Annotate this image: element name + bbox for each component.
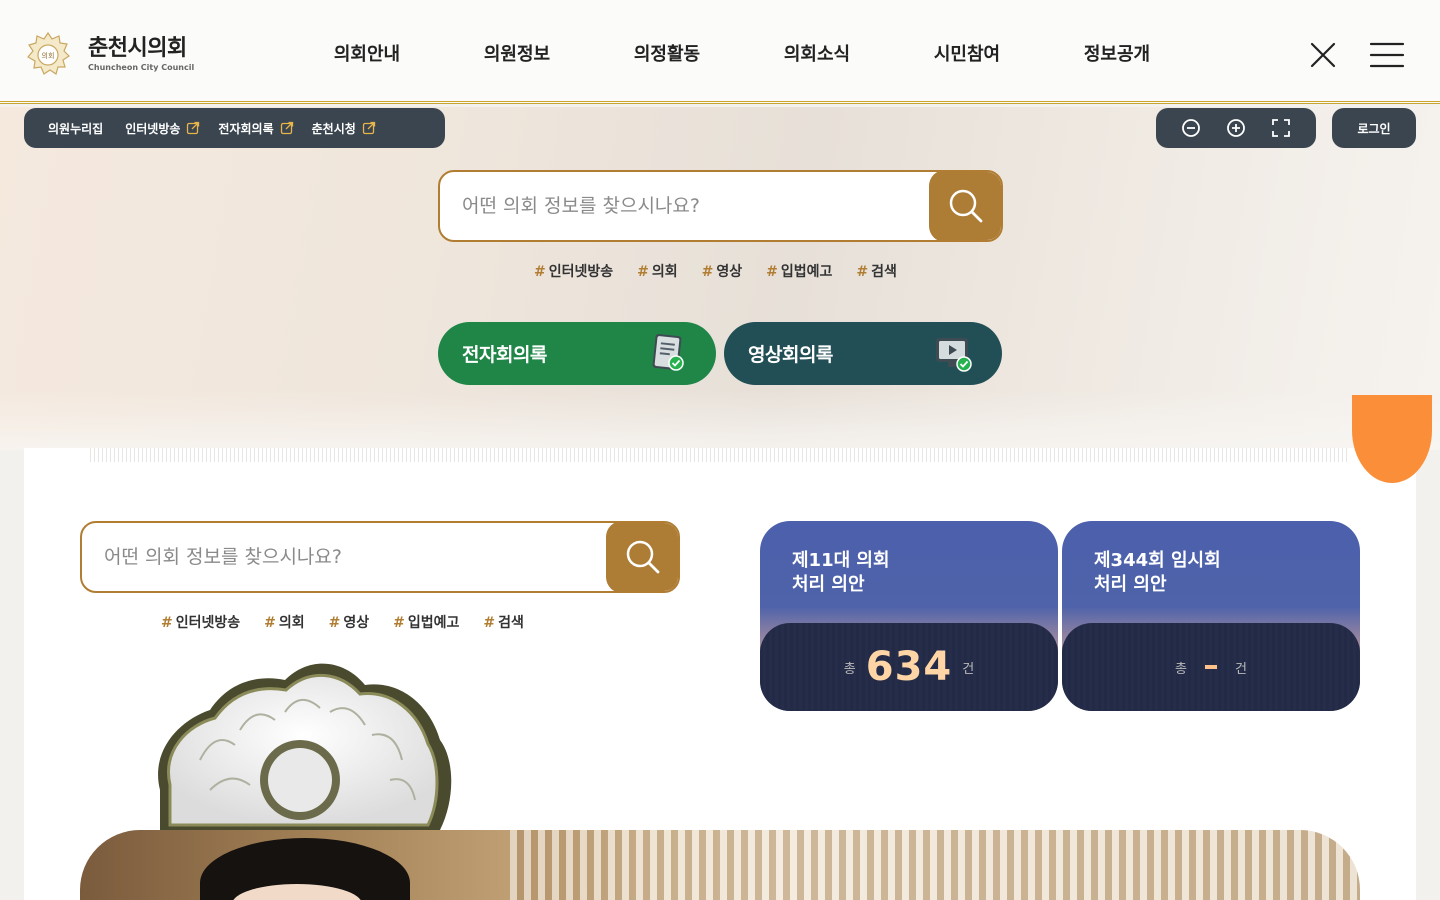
- tag-video[interactable]: # 영상: [702, 261, 743, 281]
- hero-search-input[interactable]: [440, 172, 930, 240]
- external-link-icon: [187, 121, 200, 135]
- nav-member-info[interactable]: 의원정보: [442, 40, 592, 66]
- fullscreen-icon[interactable]: [1271, 118, 1291, 138]
- tag-broadcast[interactable]: # 인터넷방송: [534, 261, 613, 281]
- stat-suffix: 건: [1235, 661, 1247, 677]
- site-header: 의회 춘천시의회 Chuncheon City Council 의회안내 의원정…: [0, 0, 1440, 104]
- zoom-tools: [1156, 108, 1316, 148]
- logo-title: 춘천시의회: [88, 36, 187, 61]
- electronic-minutes-button[interactable]: 전자회의록: [438, 322, 716, 385]
- stat-suffix: 건: [962, 661, 975, 677]
- tag-council[interactable]: # 의회: [637, 261, 678, 281]
- stat-title: 제344회 임시회 처리 의안: [1094, 550, 1221, 595]
- quick-link-city-hall[interactable]: 춘천시청: [312, 120, 376, 137]
- tag-legislation[interactable]: # 입법예고: [393, 612, 459, 632]
- main-search-button[interactable]: [606, 523, 678, 591]
- stat-card-344th-session[interactable]: 제344회 임시회 처리 의안 총 건: [1062, 521, 1360, 711]
- stat-prefix: 총: [1175, 661, 1187, 677]
- tag-council[interactable]: # 의회: [264, 612, 305, 632]
- document-check-icon: [652, 334, 684, 371]
- search-icon: [626, 540, 660, 574]
- hero-search-box: [438, 170, 1003, 242]
- tag-search[interactable]: # 검색: [856, 261, 897, 281]
- tag-video[interactable]: # 영상: [329, 612, 370, 632]
- menu-icon[interactable]: [1368, 40, 1406, 70]
- council-seal-image: [158, 663, 452, 830]
- tag-legislation[interactable]: # 입법예고: [766, 261, 832, 281]
- quick-link-minutes[interactable]: 전자회의록: [218, 120, 293, 137]
- nav-activities[interactable]: 의정활동: [592, 40, 742, 66]
- emblem-text: 의회: [42, 51, 55, 60]
- close-icon[interactable]: [1306, 38, 1340, 72]
- main-search-tags: # 인터넷방송 # 의회 # 영상 # 입법예고 # 검색: [161, 612, 548, 632]
- video-minutes-button[interactable]: 영상회의록: [724, 322, 1002, 385]
- zoom-in-icon[interactable]: [1226, 118, 1246, 138]
- nav-disclosure[interactable]: 정보공개: [1042, 40, 1192, 66]
- login-button[interactable]: 로그인: [1332, 108, 1416, 148]
- main-search-input[interactable]: [82, 523, 607, 591]
- nav-council-guide[interactable]: 의회안내: [292, 40, 442, 66]
- quick-link-broadcast[interactable]: 인터넷방송: [125, 120, 200, 137]
- stat-title: 제11대 의회 처리 의안: [792, 550, 890, 595]
- tag-search[interactable]: # 검색: [483, 612, 524, 632]
- stat-prefix: 총: [843, 661, 856, 677]
- hero-search-tags: # 인터넷방송 # 의회 # 영상 # 입법예고 # 검색: [534, 261, 921, 281]
- zoom-out-icon[interactable]: [1181, 118, 1201, 138]
- quick-link-member-home[interactable]: 의원누리집: [48, 120, 103, 137]
- tag-broadcast[interactable]: # 인터넷방송: [161, 612, 240, 632]
- nav-news[interactable]: 의회소식: [742, 40, 892, 66]
- external-link-icon: [362, 121, 375, 135]
- video-monitor-icon: [936, 338, 972, 372]
- quick-links-bar: 의원누리집 인터넷방송 전자회의록 춘천시청: [24, 108, 445, 148]
- search-icon: [949, 189, 983, 223]
- main-search-box: [80, 521, 680, 593]
- main-nav: 의회안내 의원정보 의정활동 의회소식 시민참여 정보공개: [292, 40, 1192, 66]
- external-link-icon: [280, 121, 293, 135]
- stat-value-empty: [1205, 665, 1217, 669]
- logo-subtitle: Chuncheon City Council: [88, 63, 195, 72]
- hero-search-button[interactable]: [929, 172, 1001, 240]
- nav-participation[interactable]: 시민참여: [892, 40, 1042, 66]
- stat-value: 634: [865, 644, 953, 690]
- stat-card-11th-council[interactable]: 제11대 의회 처리 의안 총 634 건: [760, 521, 1058, 711]
- site-logo[interactable]: 의회 춘천시의회 Chuncheon City Council: [24, 30, 194, 78]
- council-emblem-icon: 의회: [27, 31, 70, 75]
